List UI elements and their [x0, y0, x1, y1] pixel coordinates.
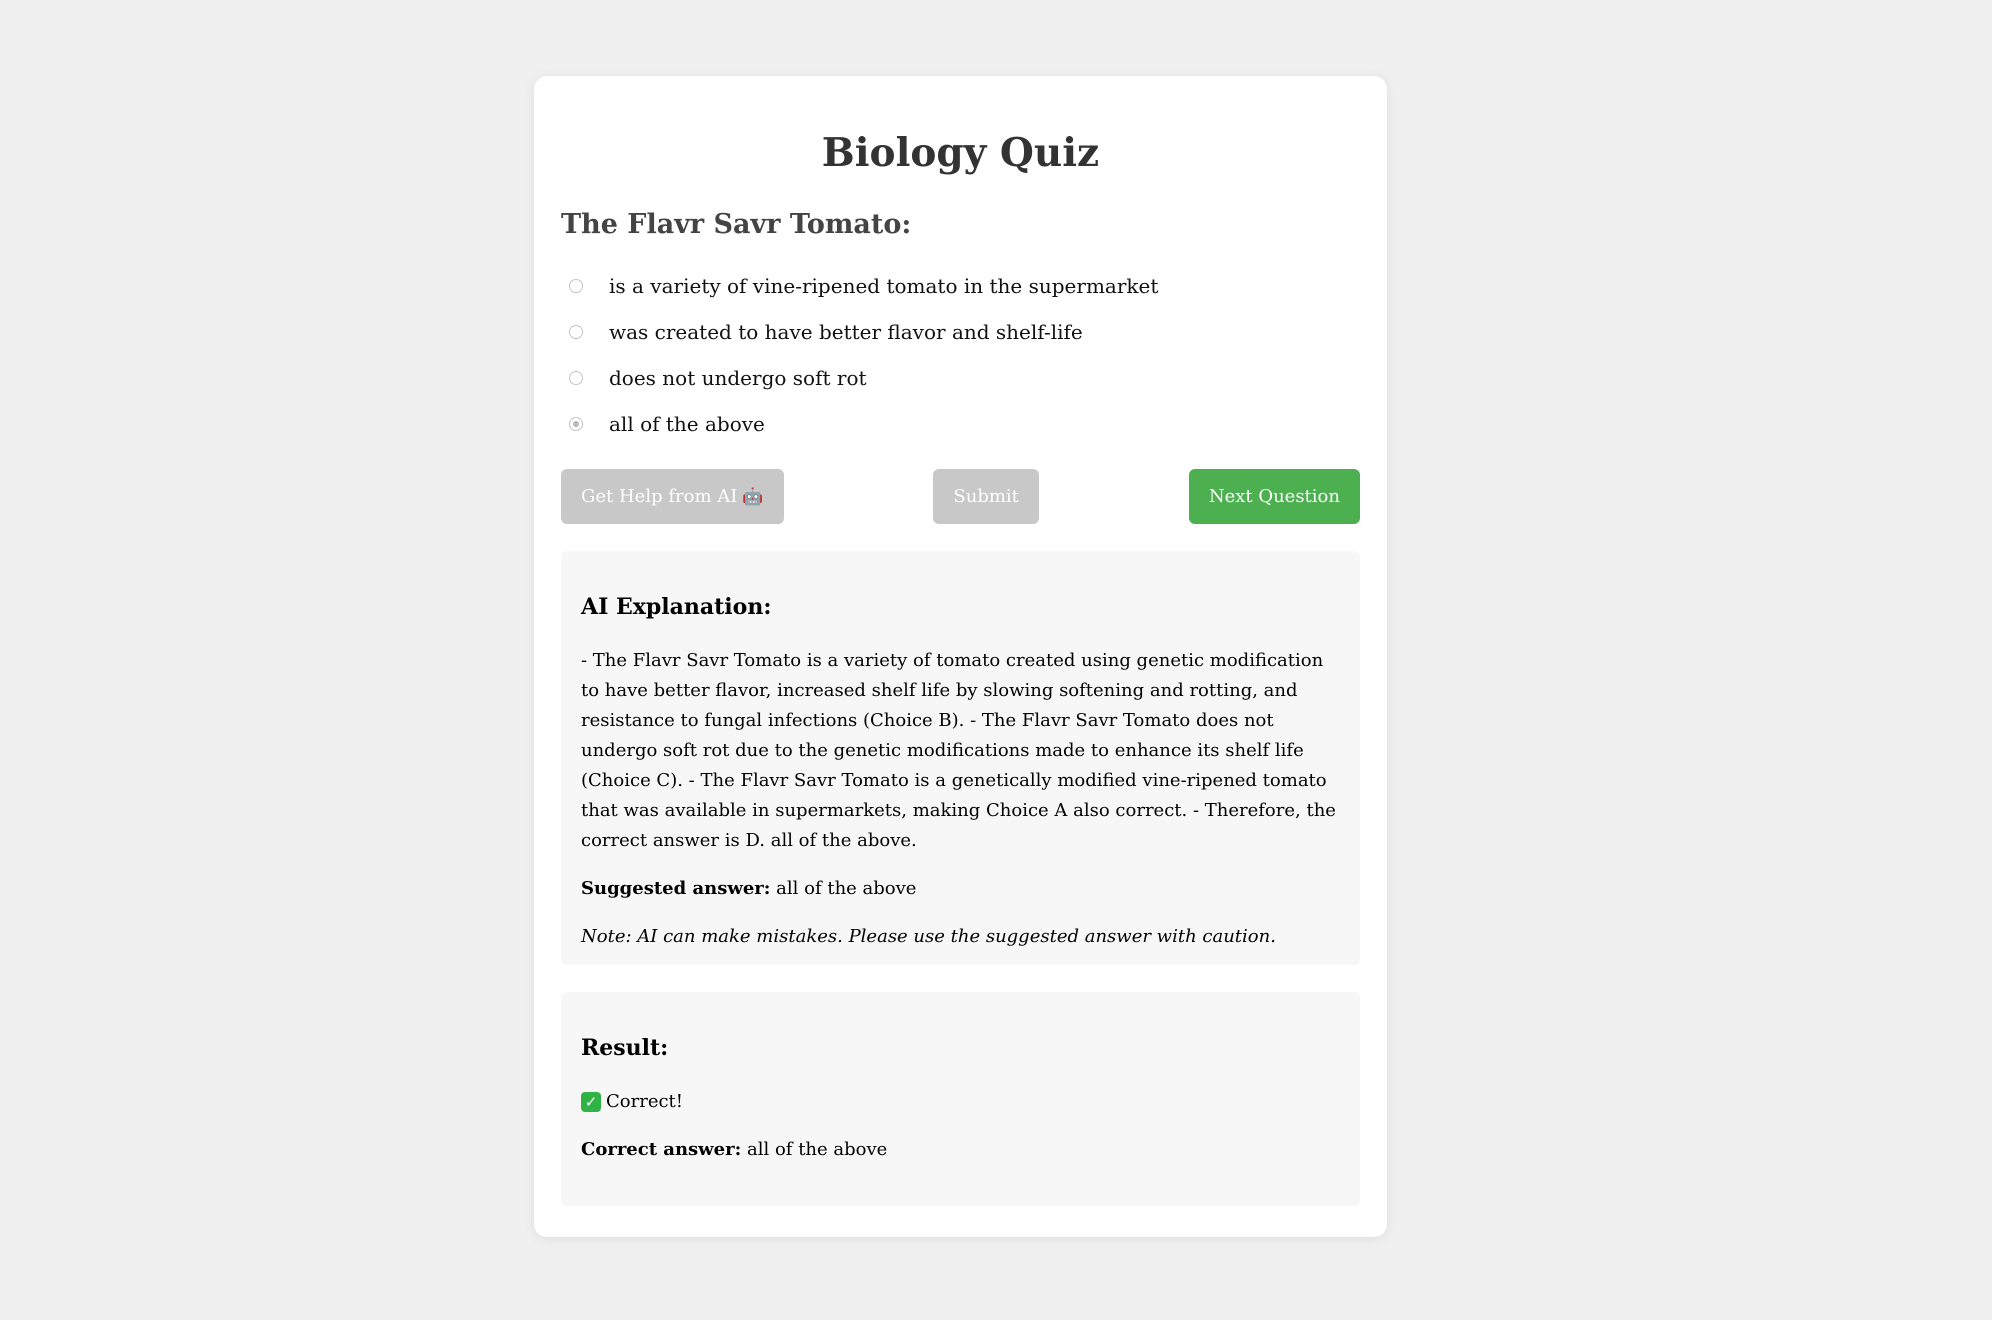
option-d[interactable]: all of the above — [561, 401, 1360, 447]
get-help-button[interactable]: Get Help from AI 🤖 — [561, 469, 784, 525]
submit-button[interactable]: Submit — [933, 469, 1039, 525]
page-title: Biology Quiz — [821, 130, 1100, 176]
option-label: is a variety of vine-ripened tomato in t… — [609, 274, 1159, 299]
result-panel: Result: ✓ Correct! Correct answer: all o… — [561, 992, 1360, 1207]
suggested-answer-label: Suggested answer: — [581, 877, 771, 899]
result-status: ✓ Correct! — [581, 1087, 1340, 1117]
ai-explanation-panel: AI Explanation: - The Flavr Savr Tomato … — [561, 551, 1360, 966]
ai-caution-note: Note: AI can make mistakes. Please use t… — [581, 925, 1276, 947]
result-heading: Result: — [581, 1035, 669, 1062]
radio-button-selected[interactable] — [569, 417, 583, 432]
get-help-label: Get Help from AI — [581, 486, 738, 508]
robot-icon: 🤖 — [742, 486, 764, 507]
check-mark-icon: ✓ — [581, 1091, 601, 1112]
option-b[interactable]: was created to have better flavor and sh… — [561, 309, 1360, 355]
correct-answer: Correct answer: all of the above — [581, 1135, 1340, 1165]
question-text: The Flavr Savr Tomato: — [561, 208, 912, 240]
suggested-answer-value: all of the above — [776, 877, 917, 899]
action-buttons: Get Help from AI 🤖 Submit Next Question — [561, 469, 1360, 525]
suggested-answer: Suggested answer: all of the above — [581, 874, 1340, 904]
result-status-text: Correct! — [606, 1090, 684, 1112]
radio-button[interactable] — [569, 371, 583, 386]
option-c[interactable]: does not undergo soft rot — [561, 355, 1360, 401]
answer-options: is a variety of vine-ripened tomato in t… — [561, 263, 1360, 447]
option-a[interactable]: is a variety of vine-ripened tomato in t… — [561, 263, 1360, 309]
correct-answer-value: all of the above — [747, 1138, 888, 1160]
explanation-heading: AI Explanation: — [581, 594, 772, 621]
option-label: does not undergo soft rot — [609, 366, 867, 391]
correct-answer-label: Correct answer: — [581, 1138, 742, 1160]
next-question-button[interactable]: Next Question — [1188, 469, 1360, 525]
quiz-card: Biology Quiz The Flavr Savr Tomato: is a… — [534, 76, 1387, 1237]
radio-button[interactable] — [569, 279, 583, 294]
option-label: all of the above — [609, 412, 765, 437]
radio-button[interactable] — [569, 325, 583, 340]
explanation-text: - The Flavr Savr Tomato is a variety of … — [581, 649, 1336, 851]
option-label: was created to have better flavor and sh… — [609, 320, 1083, 345]
